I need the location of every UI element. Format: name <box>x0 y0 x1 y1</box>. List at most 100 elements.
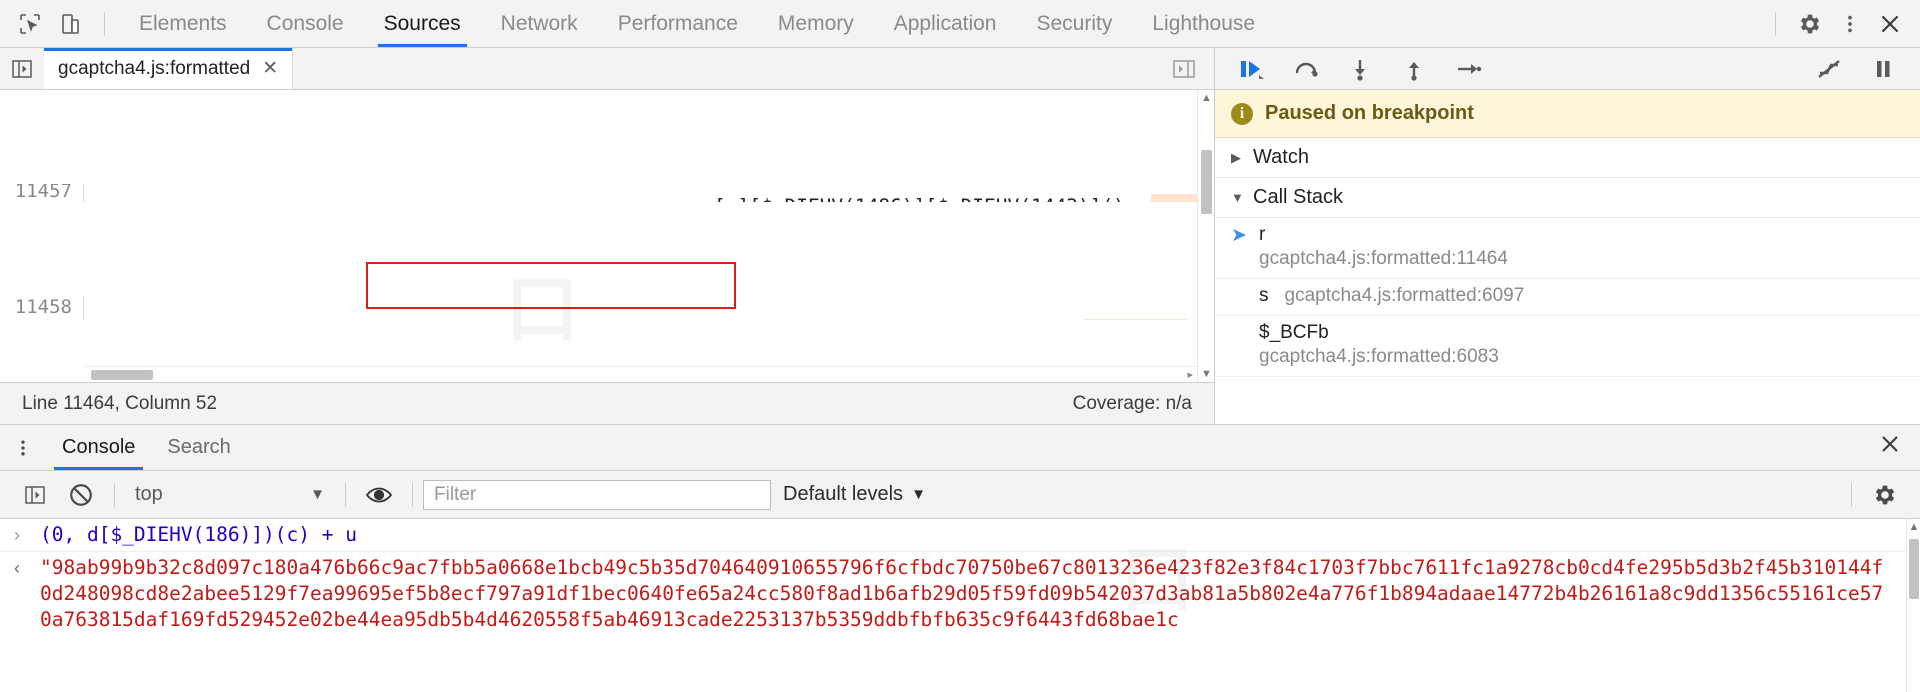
scroll-down-arrow-icon[interactable]: ▼ <box>1198 366 1214 382</box>
tab-lighthouse[interactable]: Lighthouse <box>1132 0 1275 47</box>
tab-label: Application <box>893 11 997 35</box>
scrollbar-thumb[interactable] <box>1909 539 1919 599</box>
show-console-sidebar-icon[interactable] <box>12 471 58 519</box>
step-icon[interactable] <box>1445 48 1491 90</box>
editor-status-bar: Line 11464, Column 52 Coverage: n/a <box>0 382 1214 424</box>
paused-banner-text: Paused on breakpoint <box>1265 102 1474 124</box>
code-line: 11458 while (o && (!u || 256 !== u[$_DIE… <box>0 296 1197 320</box>
show-navigator-icon[interactable] <box>0 48 44 90</box>
live-expression-icon[interactable] <box>356 471 402 519</box>
kebab-menu-icon[interactable] <box>0 425 46 471</box>
section-call-stack[interactable]: ▼ Call Stack <box>1215 178 1920 218</box>
chevron-down-icon: ▼ <box>1231 190 1244 205</box>
step-over-icon[interactable] <box>1283 48 1329 90</box>
tab-console[interactable]: Console <box>247 0 364 47</box>
scroll-up-arrow-icon[interactable]: ▲ <box>1198 90 1214 106</box>
frame-function-name: $_BCFb <box>1259 322 1329 343</box>
info-icon: i <box>1231 102 1253 125</box>
tab-label: Search <box>167 436 231 458</box>
gear-icon[interactable] <box>1862 471 1908 519</box>
current-frame-arrow-icon: ➤ <box>1231 225 1247 246</box>
close-icon[interactable] <box>1870 4 1910 44</box>
inline-value: o = true <box>1082 318 1189 320</box>
toolbar-divider-2 <box>1775 11 1776 36</box>
log-levels-selector[interactable]: Default levels ▼ <box>771 483 938 506</box>
step-out-icon[interactable] <box>1391 48 1437 90</box>
section-watch[interactable]: ▶ Watch <box>1215 138 1920 178</box>
editor-vertical-scrollbar[interactable]: ▲ ▼ <box>1197 90 1214 382</box>
console-input-text: (0, d[$_DIEHV(186)])(c) + u <box>40 523 357 546</box>
call-stack-frame-bcfb[interactable]: $_BCFb gcaptcha4.js:formatted:6083 <box>1215 316 1920 377</box>
scroll-up-arrow-icon[interactable]: ▲ <box>1907 519 1920 535</box>
tab-network[interactable]: Network <box>481 0 598 47</box>
file-tab-gcaptcha4[interactable]: gcaptcha4.js:formatted ✕ <box>44 48 294 89</box>
drawer-tab-bar: Console Search <box>0 425 1920 471</box>
inline-value: u = a6f8f3e800b6a0b835ce8d.. <box>1150 194 1197 202</box>
console-input-entry[interactable]: › (0, d[$_DIEHV(186)])(c) + u <box>0 519 1906 552</box>
tab-memory[interactable]: Memory <box>758 0 874 47</box>
tab-label: Network <box>500 11 578 35</box>
kebab-menu-icon[interactable] <box>1830 4 1870 44</box>
gear-icon[interactable] <box>1790 4 1830 44</box>
tab-label: Performance <box>617 11 738 35</box>
console-vertical-scrollbar[interactable]: ▲ <box>1906 519 1920 692</box>
deactivate-breakpoints-icon[interactable] <box>1806 48 1852 90</box>
close-icon[interactable] <box>1878 432 1920 463</box>
tab-performance[interactable]: Performance <box>598 0 758 47</box>
line-number: 11457 <box>0 184 84 202</box>
frame-location: gcaptcha4.js:formatted:6097 <box>1284 285 1525 306</box>
call-stack-frame-r[interactable]: ➤ r gcaptcha4.js:formatted:11464 <box>1215 218 1920 279</box>
toolbar-divider <box>104 11 105 36</box>
panel-tabs: Elements Console Sources Network Perform… <box>119 0 1761 47</box>
clear-console-icon[interactable] <box>58 471 104 519</box>
frame-info: $_BCFb gcaptcha4.js:formatted:6083 <box>1259 322 1499 368</box>
close-icon[interactable]: ✕ <box>262 57 278 80</box>
tab-label: Console <box>266 11 344 35</box>
scrollbar-thumb[interactable] <box>91 370 153 380</box>
tab-label: Memory <box>777 11 854 35</box>
call-stack-frame-s[interactable]: s gcaptcha4.js:formatted:6097 <box>1215 279 1920 316</box>
code-editor[interactable]: 11457 , u = s[a][$_DIEHV(1486)][$_DIEHV(… <box>0 90 1214 382</box>
chevron-right-icon: ▶ <box>1231 149 1241 165</box>
file-tab-bar: gcaptcha4.js:formatted ✕ <box>0 48 1214 90</box>
inspect-element-icon[interactable] <box>10 4 50 44</box>
tab-security[interactable]: Security <box>1016 0 1132 47</box>
step-into-icon[interactable] <box>1337 48 1383 90</box>
scrollbar-thumb[interactable] <box>1201 150 1212 214</box>
console-toolbar-actions <box>1841 471 1908 519</box>
filter-input[interactable]: Filter <box>423 479 771 510</box>
result-arrow-icon: ‹ <box>14 558 20 578</box>
section-label: Call Stack <box>1253 186 1344 208</box>
execution-context-selector[interactable]: top ▼ <box>125 483 335 506</box>
tab-application[interactable]: Application <box>874 0 1017 47</box>
pause-icon[interactable] <box>1860 48 1906 90</box>
toolbar-divider-2 <box>345 482 346 507</box>
toolbar-divider-4 <box>1851 482 1852 507</box>
drawer-tab-console[interactable]: Console <box>46 425 151 470</box>
console-toolbar: top ▼ Filter Default levels ▼ <box>0 471 1920 519</box>
debugger-toolbar <box>1215 48 1920 90</box>
editor-horizontal-scrollbar[interactable]: ▸ <box>85 366 1197 382</box>
frame-info: r gcaptcha4.js:formatted:11464 <box>1259 224 1508 270</box>
prompt-arrow-icon: › <box>14 525 20 545</box>
drawer-tab-search[interactable]: Search <box>151 425 246 470</box>
paused-banner: i Paused on breakpoint <box>1215 90 1920 138</box>
console-drawer: Console Search top ▼ Filter Default leve… <box>0 424 1920 692</box>
toolbar-actions <box>1761 4 1910 44</box>
devtools-window: Elements Console Sources Network Perform… <box>0 0 1920 692</box>
resume-icon[interactable] <box>1229 48 1275 90</box>
show-debugger-icon[interactable] <box>1162 48 1206 90</box>
tab-label: Security <box>1036 11 1113 35</box>
toolbar-divider <box>114 482 115 507</box>
frame-info: s gcaptcha4.js:formatted:6097 <box>1259 285 1524 307</box>
console-output[interactable]: › (0, d[$_DIEHV(186)])(c) + u ‹ "98ab99b… <box>0 519 1920 692</box>
frame-function-name: r <box>1259 224 1266 245</box>
tab-sources[interactable]: Sources <box>364 0 481 47</box>
tab-label: Elements <box>139 11 227 35</box>
tab-elements[interactable]: Elements <box>119 0 247 47</box>
devtools-main-toolbar: Elements Console Sources Network Perform… <box>0 0 1920 48</box>
file-tabbar-actions <box>1162 48 1214 90</box>
scroll-right-arrow-icon[interactable]: ▸ <box>1187 368 1193 381</box>
code-scroll-area[interactable]: 11457 , u = s[a][$_DIEHV(1486)][$_DIEHV(… <box>0 90 1197 382</box>
device-toggle-icon[interactable] <box>50 4 90 44</box>
